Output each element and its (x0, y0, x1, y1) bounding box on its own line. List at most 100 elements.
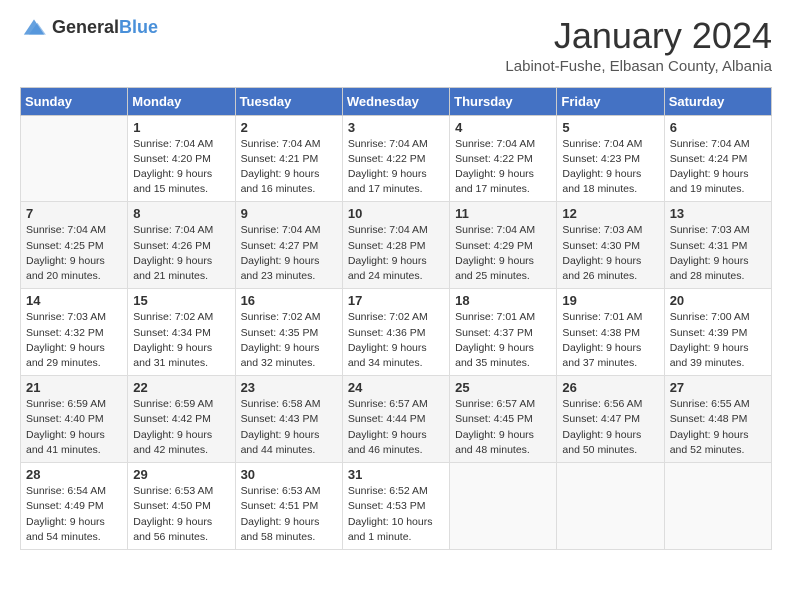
calendar-cell: 10 Sunrise: 7:04 AMSunset: 4:28 PMDayligh… (342, 202, 449, 289)
calendar-week-2: 7 Sunrise: 7:04 AMSunset: 4:25 PMDaylight… (21, 202, 772, 289)
day-info: Sunrise: 7:01 AMSunset: 4:38 PMDaylight:… (562, 310, 658, 371)
calendar-cell: 13 Sunrise: 7:03 AMSunset: 4:31 PMDayligh… (664, 202, 771, 289)
header-cell-sunday: Sunday (21, 87, 128, 115)
logo-text: GeneralBlue (52, 17, 158, 38)
calendar-cell: 18 Sunrise: 7:01 AMSunset: 4:37 PMDayligh… (450, 289, 557, 376)
calendar-cell: 25 Sunrise: 6:57 AMSunset: 4:45 PMDayligh… (450, 376, 557, 463)
day-info: Sunrise: 7:04 AMSunset: 4:29 PMDaylight:… (455, 223, 551, 284)
calendar-cell: 14Sunrise: 7:03 AMSunset: 4:32 PMDayligh… (21, 289, 128, 376)
day-number: 28 (26, 467, 122, 482)
calendar-cell: 29 Sunrise: 6:53 AMSunset: 4:50 PMDayligh… (128, 463, 235, 550)
day-info: Sunrise: 7:04 AMSunset: 4:26 PMDaylight:… (133, 223, 229, 284)
calendar-cell (21, 115, 128, 202)
day-info: Sunrise: 7:02 AMSunset: 4:36 PMDaylight:… (348, 310, 444, 371)
calendar-cell: 21 Sunrise: 6:59 AMSunset: 4:40 PMDayligh… (21, 376, 128, 463)
day-number: 10 (348, 206, 444, 221)
calendar-cell: 24 Sunrise: 6:57 AMSunset: 4:44 PMDayligh… (342, 376, 449, 463)
day-info: Sunrise: 6:54 AMSunset: 4:49 PMDaylight:… (26, 484, 122, 545)
day-info: Sunrise: 6:59 AMSunset: 4:42 PMDaylight:… (133, 397, 229, 458)
calendar-cell (664, 463, 771, 550)
day-info: Sunrise: 6:58 AMSunset: 4:43 PMDaylight:… (241, 397, 337, 458)
day-number: 4 (455, 120, 551, 135)
calendar-cell: 11Sunrise: 7:04 AMSunset: 4:29 PMDayligh… (450, 202, 557, 289)
day-info: Sunrise: 7:04 AMSunset: 4:24 PMDaylight:… (670, 137, 766, 198)
calendar-cell: 2 Sunrise: 7:04 AMSunset: 4:21 PMDaylight… (235, 115, 342, 202)
day-number: 16 (241, 293, 337, 308)
day-number: 17 (348, 293, 444, 308)
calendar-cell: 31Sunrise: 6:52 AMSunset: 4:53 PMDayligh… (342, 463, 449, 550)
calendar-cell: 6 Sunrise: 7:04 AMSunset: 4:24 PMDaylight… (664, 115, 771, 202)
header-cell-friday: Friday (557, 87, 664, 115)
day-number: 21 (26, 380, 122, 395)
day-number: 7 (26, 206, 122, 221)
day-number: 12 (562, 206, 658, 221)
day-info: Sunrise: 6:57 AMSunset: 4:44 PMDaylight:… (348, 397, 444, 458)
day-number: 24 (348, 380, 444, 395)
day-info: Sunrise: 6:56 AMSunset: 4:47 PMDaylight:… (562, 397, 658, 458)
day-info: Sunrise: 7:04 AMSunset: 4:25 PMDaylight:… (26, 223, 122, 284)
day-info: Sunrise: 6:59 AMSunset: 4:40 PMDaylight:… (26, 397, 122, 458)
logo-general: General (52, 17, 119, 37)
day-number: 2 (241, 120, 337, 135)
calendar-cell (557, 463, 664, 550)
day-number: 31 (348, 467, 444, 482)
calendar-header: SundayMondayTuesdayWednesdayThursdayFrid… (21, 87, 772, 115)
day-number: 8 (133, 206, 229, 221)
calendar-cell: 7 Sunrise: 7:04 AMSunset: 4:25 PMDaylight… (21, 202, 128, 289)
title-block: January 2024 Labinot-Fushe, Elbasan Coun… (505, 16, 772, 75)
header-cell-monday: Monday (128, 87, 235, 115)
calendar-cell: 9 Sunrise: 7:04 AMSunset: 4:27 PMDaylight… (235, 202, 342, 289)
day-info: Sunrise: 7:03 AMSunset: 4:31 PMDaylight:… (670, 223, 766, 284)
day-number: 15 (133, 293, 229, 308)
day-info: Sunrise: 7:01 AMSunset: 4:37 PMDaylight:… (455, 310, 551, 371)
day-info: Sunrise: 6:53 AMSunset: 4:51 PMDaylight:… (241, 484, 337, 545)
day-number: 27 (670, 380, 766, 395)
calendar-cell: 22Sunrise: 6:59 AMSunset: 4:42 PMDayligh… (128, 376, 235, 463)
day-info: Sunrise: 7:03 AMSunset: 4:30 PMDaylight:… (562, 223, 658, 284)
day-number: 19 (562, 293, 658, 308)
day-info: Sunrise: 7:04 AMSunset: 4:22 PMDaylight:… (348, 137, 444, 198)
header-cell-thursday: Thursday (450, 87, 557, 115)
day-number: 30 (241, 467, 337, 482)
logo-blue: Blue (119, 17, 158, 37)
logo: GeneralBlue (20, 16, 158, 38)
day-info: Sunrise: 7:04 AMSunset: 4:23 PMDaylight:… (562, 137, 658, 198)
calendar-body: 1Sunrise: 7:04 AMSunset: 4:20 PMDaylight… (21, 115, 772, 549)
day-info: Sunrise: 7:04 AMSunset: 4:27 PMDaylight:… (241, 223, 337, 284)
day-number: 29 (133, 467, 229, 482)
day-number: 13 (670, 206, 766, 221)
calendar-cell: 28 Sunrise: 6:54 AMSunset: 4:49 PMDayligh… (21, 463, 128, 550)
day-number: 1 (133, 120, 229, 135)
calendar-cell: 16Sunrise: 7:02 AMSunset: 4:35 PMDayligh… (235, 289, 342, 376)
day-info: Sunrise: 7:03 AMSunset: 4:32 PMDaylight:… (26, 310, 122, 371)
calendar-cell: 4Sunrise: 7:04 AMSunset: 4:22 PMDaylight… (450, 115, 557, 202)
day-number: 5 (562, 120, 658, 135)
calendar-cell: 20Sunrise: 7:00 AMSunset: 4:39 PMDayligh… (664, 289, 771, 376)
calendar-cell: 19 Sunrise: 7:01 AMSunset: 4:38 PMDayligh… (557, 289, 664, 376)
day-number: 6 (670, 120, 766, 135)
day-number: 26 (562, 380, 658, 395)
calendar-cell: 1Sunrise: 7:04 AMSunset: 4:20 PMDaylight… (128, 115, 235, 202)
calendar-week-3: 14Sunrise: 7:03 AMSunset: 4:32 PMDayligh… (21, 289, 772, 376)
day-info: Sunrise: 6:53 AMSunset: 4:50 PMDaylight:… (133, 484, 229, 545)
day-number: 23 (241, 380, 337, 395)
calendar-cell: 17 Sunrise: 7:02 AMSunset: 4:36 PMDayligh… (342, 289, 449, 376)
location-title: Labinot-Fushe, Elbasan County, Albania (505, 58, 772, 75)
day-number: 3 (348, 120, 444, 135)
day-number: 18 (455, 293, 551, 308)
day-info: Sunrise: 7:04 AMSunset: 4:28 PMDaylight:… (348, 223, 444, 284)
header-cell-wednesday: Wednesday (342, 87, 449, 115)
month-title: January 2024 (505, 16, 772, 56)
header-cell-tuesday: Tuesday (235, 87, 342, 115)
calendar-cell: 15Sunrise: 7:02 AMSunset: 4:34 PMDayligh… (128, 289, 235, 376)
day-info: Sunrise: 6:55 AMSunset: 4:48 PMDaylight:… (670, 397, 766, 458)
calendar-cell (450, 463, 557, 550)
calendar-cell: 3 Sunrise: 7:04 AMSunset: 4:22 PMDaylight… (342, 115, 449, 202)
day-info: Sunrise: 6:57 AMSunset: 4:45 PMDaylight:… (455, 397, 551, 458)
day-number: 25 (455, 380, 551, 395)
calendar-cell: 5 Sunrise: 7:04 AMSunset: 4:23 PMDaylight… (557, 115, 664, 202)
day-number: 9 (241, 206, 337, 221)
day-info: Sunrise: 7:04 AMSunset: 4:21 PMDaylight:… (241, 137, 337, 198)
calendar-week-1: 1Sunrise: 7:04 AMSunset: 4:20 PMDaylight… (21, 115, 772, 202)
day-number: 20 (670, 293, 766, 308)
